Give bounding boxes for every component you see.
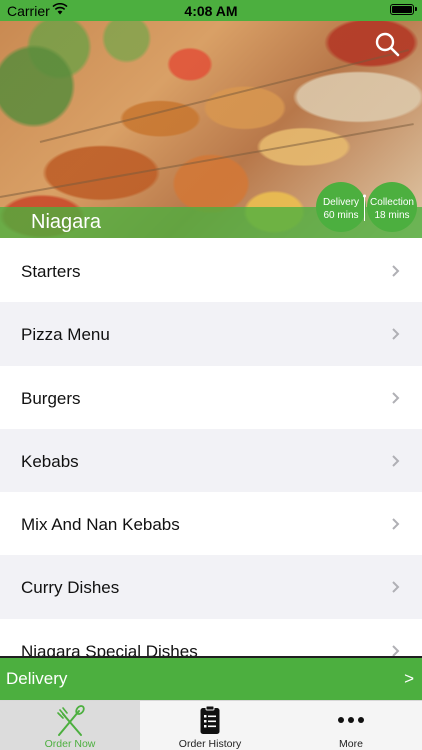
tab-order-history[interactable]: Order History (140, 701, 280, 750)
category-item-kebabs[interactable]: Kebabs (0, 428, 422, 493)
chevron-right-icon (392, 265, 400, 277)
search-icon[interactable] (374, 31, 400, 57)
chevron-right-icon (392, 328, 400, 341)
category-item-starters[interactable]: Starters (0, 239, 422, 303)
chevron-right-icon (392, 391, 400, 404)
tab-order-now[interactable]: Order Now (0, 701, 140, 750)
chevron-right-icon (392, 581, 400, 594)
category-item-burgers[interactable]: Burgers (0, 365, 422, 429)
delivery-mode-bar[interactable]: Delivery > (0, 656, 422, 700)
collection-badge-label: Collection (370, 197, 414, 208)
category-label: Curry Dishes (21, 578, 120, 598)
delivery-mode-label: Delivery (6, 669, 68, 688)
category-item-niagara-special-dishes[interactable]: Niagara Special Dishes (0, 618, 422, 656)
chevron-right-icon (392, 645, 400, 656)
chevron-right-icon (392, 518, 400, 530)
status-bar: Carrier 4:08 AM (0, 0, 422, 21)
category-item-curry-dishes[interactable]: Curry Dishes (0, 555, 422, 619)
fork-knife-icon (57, 705, 85, 736)
collection-badge-time: 18 mins (374, 210, 410, 221)
tab-label: More (339, 738, 363, 750)
category-label: Pizza Menu (21, 325, 110, 345)
delivery-mode-arrow: > (404, 669, 414, 688)
collection-time-badge: Collection 18 mins (367, 182, 417, 232)
tab-label: Order Now (44, 738, 96, 750)
pin-divider-icon (363, 194, 366, 221)
ellipsis-icon (338, 717, 364, 723)
category-label: Kebabs (21, 451, 79, 471)
restaurant-banner: Niagara Delivery 60 mins Collection 18 m… (0, 21, 422, 238)
tab-bar: Order Now Order History More (0, 700, 422, 750)
clock: 4:08 AM (184, 3, 238, 19)
battery-icon (390, 4, 417, 15)
tab-label: Order History (178, 738, 242, 750)
category-label: Starters (21, 262, 81, 281)
category-label: Niagara Special Dishes (21, 641, 198, 656)
delivery-badge-label: Delivery (322, 197, 360, 208)
app-screen: Carrier 4:08 AM Niagara Delivery 60 mins… (0, 0, 422, 750)
category-item-mix-and-nan-kebabs[interactable]: Mix And Nan Kebabs (0, 492, 422, 556)
restaurant-name: Niagara (31, 211, 102, 233)
tab-more[interactable]: More (281, 701, 421, 750)
category-label: Burgers (21, 388, 81, 408)
delivery-time-badge: Delivery 60 mins (316, 182, 366, 232)
category-item-pizza-menu[interactable]: Pizza Menu (0, 302, 422, 366)
category-list: Starters Pizza Menu Burgers Kebabs Mix A… (0, 239, 422, 656)
clipboard-list-icon (200, 705, 220, 734)
delivery-badge-time: 60 mins (323, 210, 359, 221)
category-label: Mix And Nan Kebabs (21, 515, 180, 535)
chevron-right-icon (392, 455, 400, 467)
